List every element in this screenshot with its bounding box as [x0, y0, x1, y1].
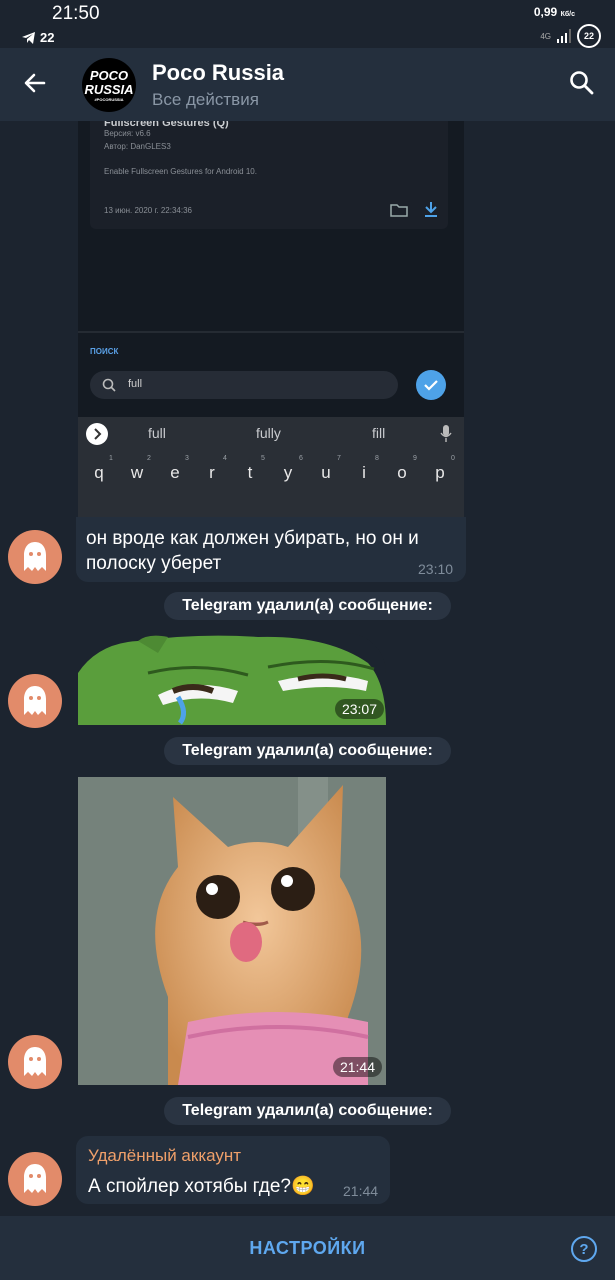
service-message: Telegram удалил(а) сообщение:	[164, 592, 451, 620]
avatar[interactable]	[8, 1035, 62, 1089]
cat-photo-image	[78, 777, 386, 1085]
sender-name[interactable]: Удалённый аккаунт	[88, 1146, 241, 1166]
chat-title[interactable]: Poco Russia	[152, 60, 284, 86]
screenshot-image[interactable]: Fullscreen Gestures (Q) Версия: v6.6 Авт…	[78, 121, 464, 517]
ghost-icon	[24, 1047, 46, 1076]
message-text: А спойлер хотябы где?😁	[88, 1176, 315, 1197]
message-time: 21:44	[343, 1183, 379, 1199]
cat-photo[interactable]: 21:44	[78, 777, 386, 1085]
ghost-icon	[24, 542, 46, 571]
telegram-notification: 22	[22, 30, 54, 45]
channel-avatar[interactable]: POCO RUSSIA #POCORUSSIA	[82, 58, 136, 112]
search-icon[interactable]	[569, 70, 595, 96]
folder-icon	[390, 204, 408, 217]
status-bar: 21:50 22 0,99 Кб/с 4G 22	[0, 0, 615, 48]
sticker-time: 23:07	[334, 699, 384, 719]
photo-time: 21:44	[332, 1057, 382, 1077]
ghost-icon	[24, 1164, 46, 1193]
battery-icon: 22	[577, 24, 601, 48]
module-card: Fullscreen Gestures (Q) Версия: v6.6 Авт…	[90, 121, 448, 229]
avatar[interactable]	[8, 530, 62, 584]
embedded-search: full	[90, 371, 398, 399]
bottom-bar: НАСТРОЙКИ ?	[0, 1216, 615, 1280]
status-icons: 4G 22	[540, 24, 601, 48]
service-message: Telegram удалил(а) сообщение:	[164, 737, 451, 765]
help-icon[interactable]: ?	[571, 1236, 597, 1262]
back-arrow-icon[interactable]	[22, 70, 48, 96]
service-message: Telegram удалил(а) сообщение:	[164, 1097, 451, 1125]
telegram-count: 22	[40, 30, 55, 45]
mic-icon	[440, 425, 452, 442]
check-icon	[416, 370, 446, 400]
search-icon	[102, 378, 116, 392]
keyboard: full fully fill q w e r t y u i o p 1 2 …	[78, 417, 464, 517]
chevron-right-icon	[86, 423, 108, 445]
chat-header: POCO RUSSIA #POCORUSSIA Poco Russia Все …	[0, 48, 615, 121]
status-time: 21:50	[52, 3, 100, 24]
download-icon	[425, 202, 437, 217]
sticker-image[interactable]: 23:07	[78, 633, 386, 725]
message-text: он вроде как должен убирать, но он и пол…	[86, 528, 419, 574]
settings-button[interactable]: НАСТРОЙКИ	[0, 1238, 615, 1259]
signal-icon	[557, 29, 571, 43]
network-type: 4G	[540, 31, 551, 41]
avatar[interactable]	[8, 1152, 62, 1206]
ghost-icon	[24, 686, 46, 715]
avatar[interactable]	[8, 674, 62, 728]
net-speed: 0,99 Кб/с	[533, 5, 575, 19]
telegram-icon	[22, 31, 35, 44]
message-time: 23:10	[418, 561, 454, 577]
chat-subtitle: Все действия	[152, 90, 259, 109]
